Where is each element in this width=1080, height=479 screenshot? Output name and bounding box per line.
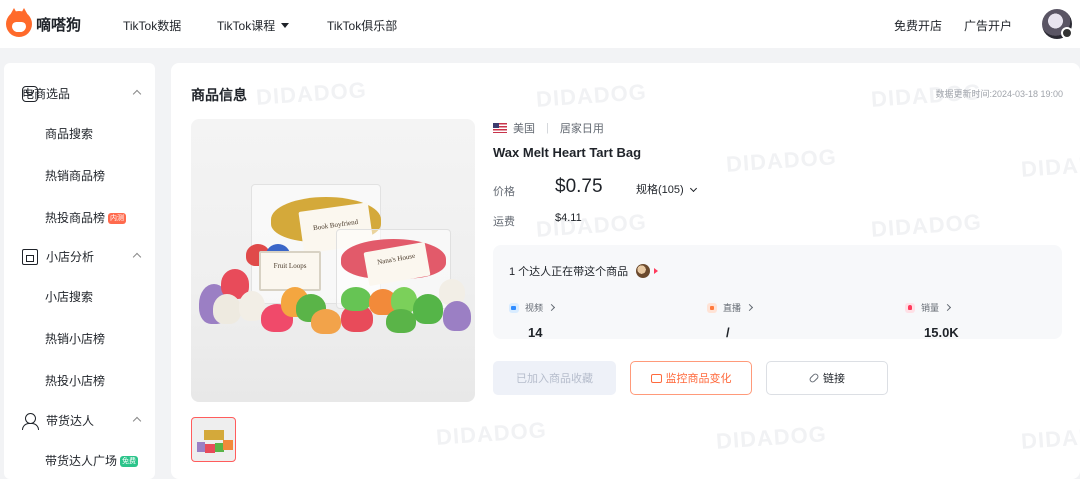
stat-label: 视频	[525, 303, 544, 313]
stat-label: 销量	[921, 303, 940, 313]
sidebar-section-label: 带货达人	[46, 414, 95, 428]
section-title: 商品信息	[191, 87, 247, 103]
meta-divider: |	[546, 122, 549, 134]
stat-videos[interactable]: 视频 14	[509, 301, 556, 340]
nav-ad-account[interactable]: 广告开户	[964, 17, 1012, 34]
spec-label: 规格(105)	[636, 184, 684, 196]
link-icon	[808, 372, 820, 384]
monitor-label: 监控商品变化	[665, 373, 732, 385]
product-thumbnail[interactable]	[191, 417, 236, 462]
chevron-up-icon[interactable]	[132, 252, 142, 262]
product-region: 美国	[513, 123, 535, 135]
stat-value: 15.0K	[924, 325, 959, 340]
caret-down-icon	[281, 23, 290, 28]
creators-promoting[interactable]: 1 个达人正在带这个商品	[509, 263, 659, 279]
avatar-badge-icon	[1061, 27, 1073, 39]
sidebar-section-ecommerce[interactable]: 电商选品	[22, 85, 70, 102]
dog-logo-icon	[6, 8, 32, 37]
sidebar-item-hot-products[interactable]: 热销商品榜	[45, 167, 105, 184]
stat-value: 14	[528, 325, 543, 340]
free-tag: 免费	[120, 456, 139, 467]
stat-value: /	[726, 325, 730, 340]
product-info-card: DIDADOG DIDADOG DIDADOG DIDADOG DIDADOG …	[171, 63, 1080, 479]
product-price: $0.75	[555, 176, 603, 197]
link-label: 链接	[823, 373, 845, 385]
watermark: DIDADOG	[1020, 149, 1080, 182]
watermark: DIDADOG	[725, 144, 838, 177]
shop-icon	[22, 248, 38, 265]
chevron-right-icon	[943, 303, 952, 312]
stat-label: 直播	[723, 303, 742, 313]
nav-open-shop[interactable]: 免费开店	[894, 17, 942, 34]
sidebar-item-product-search[interactable]: 商品搜索	[45, 125, 93, 142]
chevron-right-icon	[547, 303, 556, 312]
sidebar-item-label: 带货达人广场	[45, 454, 118, 468]
monitor-icon	[650, 373, 662, 383]
chevron-down-icon	[689, 184, 697, 193]
product-label-card: Fruit Loops	[259, 251, 321, 291]
monitor-product-button[interactable]: 监控商品变化	[630, 361, 752, 395]
product-image[interactable]: Book Boyfriend Nana's House Fruit Loops	[191, 119, 475, 402]
us-flag-icon	[493, 123, 507, 133]
nav-tiktok-courses[interactable]: TikTok课程	[217, 17, 290, 34]
shipping-fee: $4.11	[555, 212, 582, 224]
watermark: DIDADOG	[715, 421, 828, 454]
person-icon	[22, 412, 39, 430]
sidebar-item-label: 热投商品榜	[45, 211, 106, 225]
price-label: 价格	[493, 186, 515, 198]
creator-stats-panel: 1 个达人正在带这个商品 视频 14 直播 / 销量 15.0K	[493, 245, 1062, 340]
watermark: DIDADOG	[535, 79, 648, 112]
sales-icon	[905, 302, 915, 313]
watermark: DIDADOG	[870, 209, 983, 242]
chevron-up-icon[interactable]	[132, 416, 142, 426]
sidebar-item-ad-products[interactable]: 热投商品榜 内测	[45, 209, 127, 226]
nav-tiktok-data[interactable]: TikTok数据	[123, 17, 181, 34]
play-arrow-icon	[654, 268, 659, 274]
stat-live[interactable]: 直播 /	[707, 301, 754, 340]
product-name: Wax Melt Heart Tart Bag	[493, 145, 642, 160]
sidebar-item-hot-shops[interactable]: 热销小店榜	[45, 330, 105, 347]
nav-tiktok-courses-label: TikTok课程	[217, 19, 276, 33]
stat-sales[interactable]: 销量 15.0K	[905, 301, 959, 340]
watermark: DIDADOG	[435, 417, 548, 450]
beta-tag: 内测	[108, 213, 127, 224]
product-category[interactable]: 居家日用	[560, 120, 604, 136]
sidebar-section-shop-analysis[interactable]: 小店分析	[22, 248, 94, 265]
sidebar-item-creator-plaza[interactable]: 带货达人广场 免费	[45, 452, 139, 469]
favorited-button[interactable]: 已加入商品收藏	[493, 361, 616, 395]
nav-tiktok-club[interactable]: TikTok俱乐部	[327, 17, 397, 34]
product-meta: 美国 | 居家日用	[493, 120, 604, 136]
logo[interactable]: 嘀嗒狗	[6, 8, 82, 37]
video-icon	[509, 302, 519, 313]
shopping-bag-icon	[22, 85, 38, 102]
data-update-time: 数据更新时间:2024-03-18 19:00	[935, 89, 1063, 99]
watermark: DIDADOG	[535, 209, 648, 242]
sidebar-item-ad-shops[interactable]: 热投小店榜	[45, 372, 105, 389]
top-navbar: 嘀嗒狗 TikTok数据 TikTok课程 TikTok俱乐部 免费开店 广告开…	[0, 0, 1080, 48]
shipping-label: 运费	[493, 216, 515, 228]
creator-avatar[interactable]	[636, 264, 651, 278]
sidebar-section-creators[interactable]: 带货达人	[22, 412, 95, 430]
sidebar-item-shop-search[interactable]: 小店搜索	[45, 288, 93, 305]
logo-text: 嘀嗒狗	[36, 16, 82, 34]
chevron-right-icon	[745, 303, 754, 312]
chevron-up-icon[interactable]	[132, 89, 142, 99]
spec-dropdown[interactable]: 规格(105)	[636, 181, 697, 197]
sidebar: 电商选品 商品搜索 热销商品榜 热投商品榜 内测 小店分析 小店搜索 热销小店榜 …	[4, 63, 155, 479]
sidebar-section-label: 小店分析	[46, 250, 95, 264]
creators-text: 1 个达人正在带这个商品	[509, 266, 629, 278]
live-icon	[707, 302, 717, 313]
watermark: DIDADOG	[255, 77, 368, 110]
watermark: DIDADOG	[1020, 421, 1080, 454]
product-link-button[interactable]: 链接	[766, 361, 888, 395]
